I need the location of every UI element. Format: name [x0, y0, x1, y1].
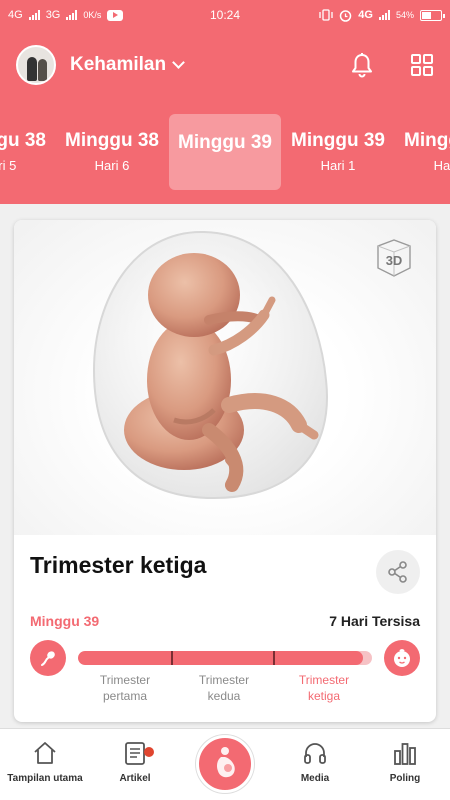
app-header: Kehamilan [0, 30, 450, 100]
nav-home[interactable]: Tampilan utama [0, 739, 90, 784]
trimester-3-label: Trimester ketiga [298, 673, 350, 703]
trimester-1-label: Trimester pertama [99, 673, 151, 703]
3d-icon[interactable]: 3D [370, 236, 418, 280]
nav-polls[interactable]: Poling [360, 739, 450, 784]
pregnant-icon [217, 747, 235, 778]
fetus-3d-view[interactable]: 3D [14, 220, 436, 535]
trimester-divider [171, 651, 173, 665]
avatar[interactable] [16, 45, 56, 85]
pregnancy-center-button[interactable] [196, 735, 254, 793]
share-button[interactable] [376, 550, 420, 594]
youtube-icon [107, 9, 124, 21]
page-title: Kehamilan [70, 54, 167, 75]
battery-icon [420, 9, 445, 21]
home-icon [34, 742, 56, 764]
signal-icon-3 [378, 10, 390, 20]
nav-media[interactable]: Media [270, 739, 360, 784]
mode-selector[interactable]: Kehamilan [70, 54, 185, 76]
network-type-2: 3G [45, 9, 61, 21]
share-icon [388, 561, 407, 583]
current-week-label: Minggu 39 [30, 613, 100, 629]
network-type-3: 4G [358, 9, 373, 21]
week-tab[interactable]: Minggu 38 Hari 5 [0, 114, 55, 190]
data-speed: 0K/s [83, 10, 102, 20]
baby-face-icon [384, 640, 420, 676]
nav-articles[interactable]: Artikel [90, 739, 180, 784]
bottom-navigation: Tampilan utama Artikel Media Poling [0, 728, 450, 800]
headphones-icon [304, 743, 326, 764]
chevron-down-icon [172, 56, 185, 69]
sperm-icon [30, 640, 66, 676]
3d-badge-label: 3D [386, 253, 403, 268]
vibrate-icon [319, 9, 333, 21]
week-tab[interactable]: Minggu 39 Hari 2 [395, 114, 450, 190]
trimester-divider [273, 651, 275, 665]
week-tab[interactable]: Minggu 38 Hari 6 [56, 114, 168, 190]
bar-chart-icon [394, 743, 416, 765]
pregnancy-progress-bar [78, 651, 372, 665]
week-tab-current[interactable]: Minggu 39 [169, 114, 281, 190]
week-selector[interactable]: Minggu 38 Hari 5 Minggu 38 Hari 6 Minggu… [0, 100, 450, 204]
days-remaining: 7 Hari Tersisa [329, 613, 420, 629]
signal-icon [28, 10, 40, 20]
signal-icon-2 [66, 10, 78, 20]
notification-dot [144, 747, 154, 757]
trimester-2-label: Trimester kedua [198, 673, 250, 703]
week-tab[interactable]: Minggu 39 Hari 1 [282, 114, 394, 190]
grid-icon[interactable] [410, 53, 434, 77]
battery-percent: 54% [395, 10, 414, 20]
network-type-1: 4G [8, 9, 23, 21]
alarm-icon [340, 9, 352, 22]
bell-icon[interactable] [350, 52, 374, 78]
pregnancy-card: 3D Trimester ketiga Minggu 39 7 Hari Ter… [14, 220, 436, 722]
trimester-title: Trimester ketiga [30, 552, 207, 578]
progress-fill [78, 651, 364, 665]
status-bar: 4G 3G 0K/s 10:24 4G 54% [0, 0, 450, 30]
